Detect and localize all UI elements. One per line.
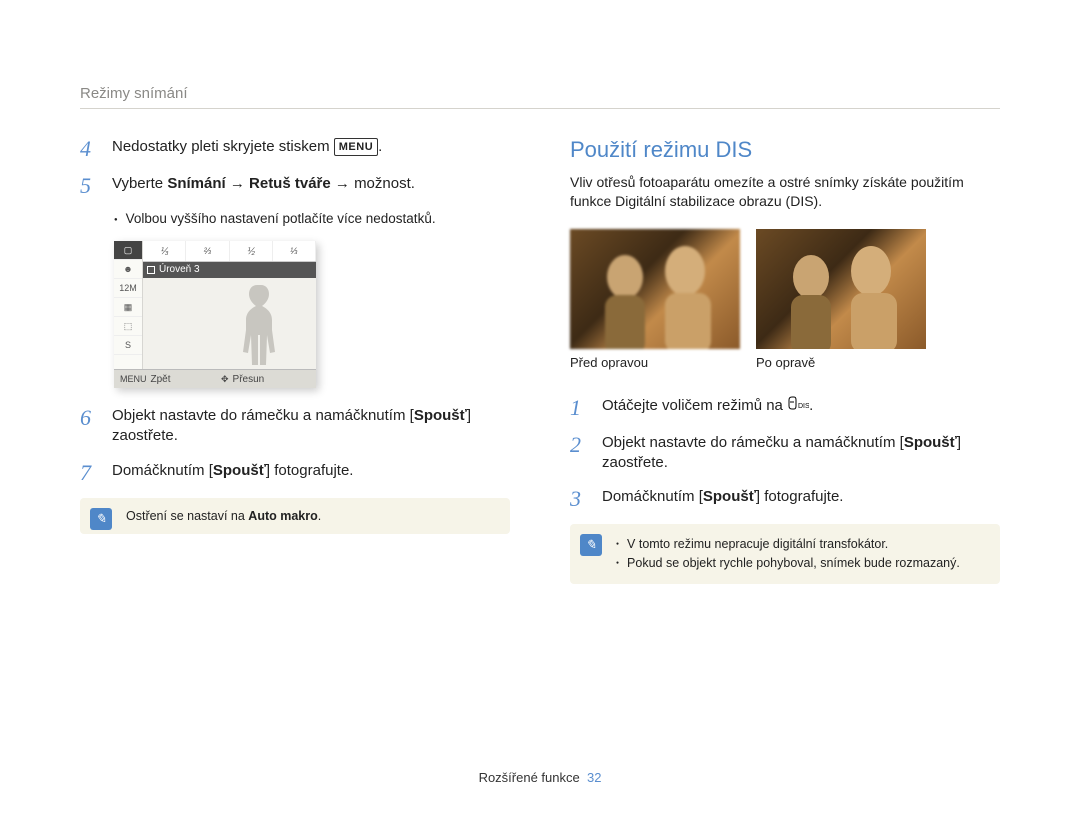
text: . [809,397,813,414]
step-2: 2 Objekt nastavte do rámečku a namáčknut… [570,433,1000,474]
step-number: 1 [570,396,590,419]
lcd-cell: ⅟₃ [143,241,186,261]
right-column: Použití režimu DIS Vliv otřesů fotoapará… [570,137,1000,760]
lcd-icon: 12M [114,279,142,298]
step-3: 3 Domáčknutím [Spoušť] fotografujte. [570,487,1000,510]
section-title: Použití režimu DIS [570,137,1000,163]
step-7: 7 Domáčknutím [Spoušť] fotografujte. [80,461,510,484]
lcd-main: ⅟₃ ⅔ ⅟₂ ⅓ Úroveň 3 [143,241,316,369]
step-text: Nedostatky pleti skryjete stiskem MENU. [112,137,510,160]
note-item: Pokud se objekt rychle pohyboval, snímek… [616,554,986,573]
move-icon: ✥ [221,374,229,385]
lcd-cell: ⅟₂ [230,241,273,261]
step-text: Vyberte Snímání → Retuš tváře → možnost. [112,174,510,197]
step-number: 7 [80,461,100,484]
text: ] fotografujte. [756,488,844,505]
text: Přesun [233,374,265,385]
menu-button-label: MENU [334,138,378,157]
silhouette-icon [236,281,286,369]
page-number: 32 [587,770,601,785]
photo-after [756,229,926,349]
manual-page: Režimy snímání 4 Nedostatky pleti skryje… [0,0,1080,815]
note-icon: ✎ [580,534,602,556]
step-number: 5 [80,174,100,197]
bold-text: Spoušť [414,407,467,424]
step-5: 5 Vyberte Snímání → Retuš tváře → možnos… [80,174,510,197]
text: Otáčejte voličem režimů na [602,397,787,414]
lcd-move: ✥ Přesun [215,370,316,388]
breadcrumb: Režimy snímání [80,85,1000,109]
lcd-icon: ☻ [114,260,142,279]
lcd-side-icons: ▢ ☻ 12M ▦ ⬚ S [114,241,143,369]
arrow: → [226,175,249,192]
arrow: → [331,175,354,192]
text: možnost. [354,175,415,192]
lcd-icon: S [114,336,142,355]
photo-comparison [570,229,1000,349]
step-text: Domáčknutím [Spoušť] fotografujte. [602,487,1000,510]
text: Volbou vyššího nastavení potlačíte více … [126,211,436,229]
menu-icon: MENU [120,374,147,384]
step-text: Objekt nastavte do rámečku a namáčknutím… [112,406,510,447]
lcd-icon: ⬚ [114,317,142,336]
text: Pokud se objekt rychle pohyboval, snímek… [627,554,960,573]
text: Objekt nastavte do rámečku a namáčknutím… [112,407,414,424]
lcd-cell: ⅔ [186,241,229,261]
intro-text: Vliv otřesů fotoaparátu omezíte a ostré … [570,173,1000,211]
step-text: Domáčknutím [Spoušť] fotografujte. [112,461,510,484]
dis-mode-icon: DIS [787,396,809,416]
lcd-back: MENU Zpět [114,370,215,388]
step-number: 4 [80,137,100,160]
page-footer: Rozšířené funkce 32 [80,760,1000,785]
text: V tomto režimu nepracuje digitální trans… [627,535,888,554]
columns: 4 Nedostatky pleti skryjete stiskem MENU… [80,137,1000,760]
step-text: Otáčejte voličem režimů na DIS. [602,396,1000,419]
note-item: V tomto režimu nepracuje digitální trans… [616,535,986,554]
camera-screen-mockup: ▢ ☻ 12M ▦ ⬚ S ⅟₃ ⅔ ⅟₂ ⅓ [114,241,316,388]
text: ] fotografujte. [266,462,354,479]
svg-text:DIS: DIS [798,403,809,410]
text: Zpět [151,374,171,385]
bold-text: Retuš tváře [249,175,331,192]
lcd-level-row: Úroveň 3 [143,262,316,278]
text: Ostření se nastaví na [126,509,248,523]
lcd-icon: ▢ [114,241,142,260]
note-box: ✎ Ostření se nastaví na Auto makro. [80,498,510,534]
text: Domáčknutím [ [112,462,213,479]
caption-before: Před opravou [570,355,740,370]
lcd-footer: MENU Zpět ✥ Přesun [114,369,316,388]
bold-text: Snímání [167,175,225,192]
note-list: V tomto režimu nepracuje digitální trans… [616,535,986,573]
step-1: 1 Otáčejte voličem režimů na DIS. [570,396,1000,419]
lcd-top-row: ⅟₃ ⅔ ⅟₂ ⅓ [143,241,316,262]
photo-before [570,229,740,349]
text: . [318,509,321,523]
text: . [378,138,382,155]
lcd-icon: ▦ [114,298,142,317]
note-box: ✎ V tomto režimu nepracuje digitální tra… [570,524,1000,584]
bold-text: Spoušť [213,462,266,479]
step-text: Objekt nastavte do rámečku a namáčknutím… [602,433,1000,474]
note-text: Ostření se nastaví na Auto makro. [126,509,496,523]
step-number: 6 [80,406,100,447]
text: Nedostatky pleti skryjete stiskem [112,138,334,155]
note-icon: ✎ [90,508,112,530]
text: Objekt nastavte do rámečku a namáčknutím… [602,434,904,451]
step-number: 3 [570,487,590,510]
footer-label: Rozšířené funkce [479,770,580,785]
text: Vyberte [112,175,167,192]
step-4: 4 Nedostatky pleti skryjete stiskem MENU… [80,137,510,160]
left-column: 4 Nedostatky pleti skryjete stiskem MENU… [80,137,510,760]
step-number: 2 [570,433,590,474]
sub-bullet: Volbou vyššího nastavení potlačíte více … [114,211,510,229]
bold-text: Spoušť [703,488,756,505]
bold-text: Auto makro [248,509,317,523]
step-6: 6 Objekt nastavte do rámečku a namáčknut… [80,406,510,447]
caption-after: Po opravě [756,355,926,370]
text: Domáčknutím [ [602,488,703,505]
photo-captions: Před opravou Po opravě [570,355,1000,370]
bold-text: Spoušť [904,434,957,451]
lcd-cell: ⅓ [273,241,316,261]
